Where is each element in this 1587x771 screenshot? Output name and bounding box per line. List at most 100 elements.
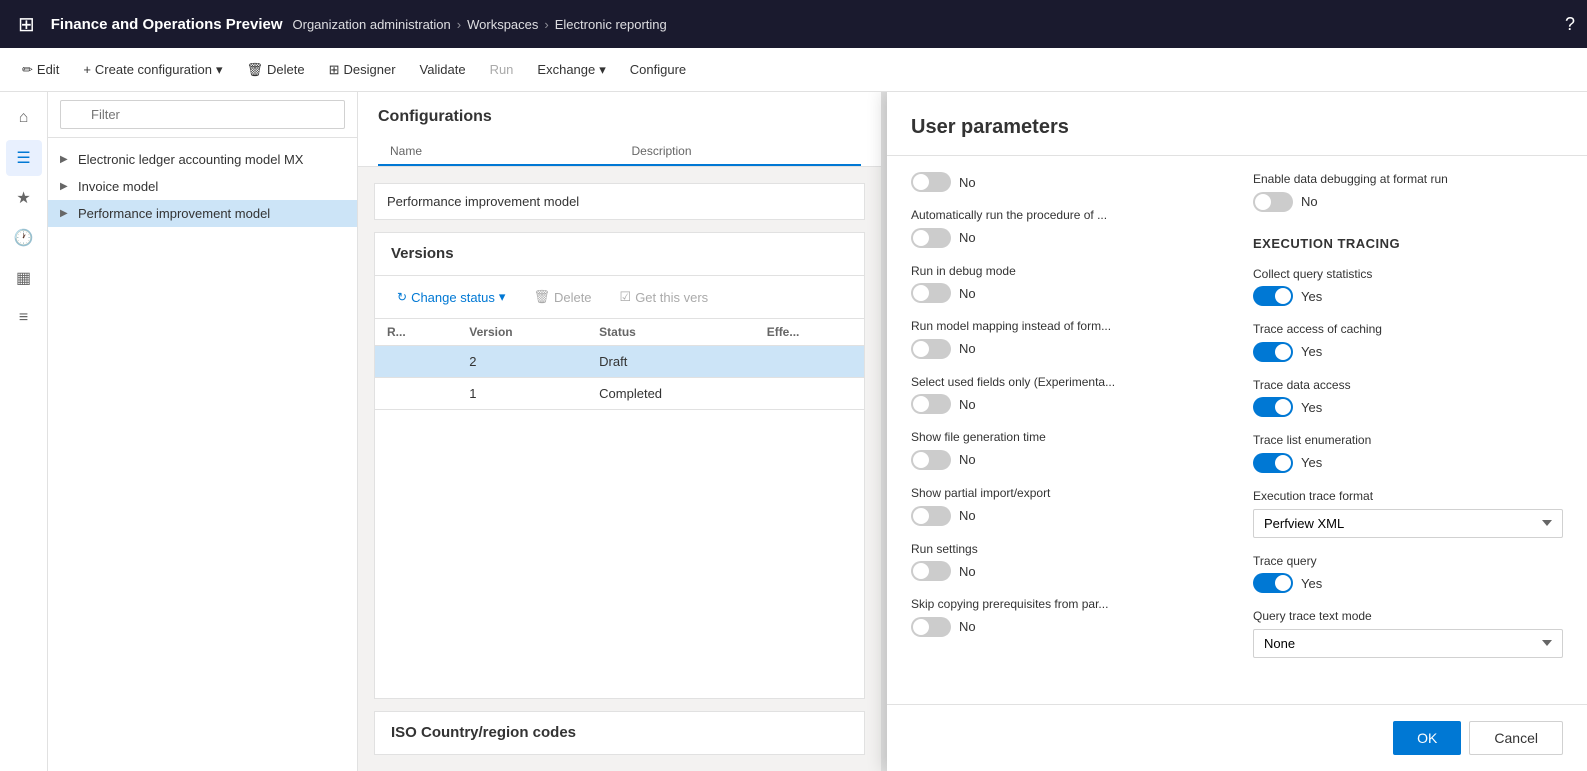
skip-prereqs-label: Skip copying prerequisites from par... (911, 597, 1221, 613)
get-version-button[interactable]: ☑ Get this vers (610, 284, 719, 310)
configurations-header: Configurations Name Description (358, 92, 881, 167)
delete-version-button[interactable]: 🗑 Delete (523, 284, 601, 310)
change-status-button[interactable]: ↻ Change status ▾ (387, 284, 515, 310)
ok-button[interactable]: OK (1393, 721, 1461, 755)
query-trace-text-mode-select[interactable]: None Full Compact (1253, 629, 1563, 658)
table-row[interactable]: 2 Draft (375, 346, 864, 378)
execution-trace-format-label: Execution trace format (1253, 489, 1563, 505)
trace-data-label: Trace data access (1253, 378, 1563, 394)
configure-button[interactable]: Configure (620, 56, 696, 83)
toggle-skip-prereqs[interactable] (911, 617, 951, 637)
param-model-mapping: Run model mapping instead of form... No (911, 319, 1221, 359)
table-row[interactable]: 1 Completed (375, 378, 864, 410)
designer-button[interactable]: ⊞ Designer (319, 56, 406, 84)
toggle-auto-run[interactable] (911, 228, 951, 248)
plus-icon: + (83, 62, 91, 77)
edit-button[interactable]: ✏ Edit (12, 56, 69, 84)
delete-icon: 🗑 (247, 62, 264, 78)
param-debug-mode: Run in debug mode No (911, 264, 1221, 304)
tree-item-invoice[interactable]: ▶ Invoice model (48, 173, 357, 200)
enable-debug-toggle-label: No (1301, 194, 1318, 209)
trace-list-label: Trace list enumeration (1253, 433, 1563, 449)
debug-mode-label: Run in debug mode (911, 264, 1221, 280)
toggle-trace-caching[interactable] (1253, 342, 1293, 362)
get-version-icon: ☑ (620, 289, 632, 305)
param-partial-import: Show partial import/export No (911, 486, 1221, 526)
param-auto-run: Automatically run the procedure of ... N… (911, 208, 1221, 248)
toggle-1[interactable] (911, 172, 951, 192)
toggle-trace-query[interactable] (1253, 573, 1293, 593)
sidebar-icon-recent[interactable]: 🕐 (6, 220, 42, 256)
iso-title: ISO Country/region codes (391, 724, 576, 741)
change-status-dropdown-icon: ▾ (499, 289, 506, 305)
collect-query-toggle-label: Yes (1301, 289, 1322, 304)
toggle-trace-list[interactable] (1253, 453, 1293, 473)
nav-panel: 🔍 ▶ Electronic ledger accounting model M… (48, 92, 358, 771)
dialog-footer: OK Cancel (887, 704, 1587, 771)
apps-icon[interactable]: ⊞ (12, 6, 41, 43)
col-effe: Effe... (755, 319, 864, 346)
enable-debug-label: Enable data debugging at format run (1253, 172, 1563, 188)
delete-version-icon: 🗑 (533, 289, 550, 305)
toggle-enable-debug[interactable] (1253, 192, 1293, 212)
collect-query-label: Collect query statistics (1253, 267, 1563, 283)
sidebar-icons: ⌂ ☰ ★ 🕐 ▦ ≡ (0, 92, 48, 771)
toggle-trace-data[interactable] (1253, 397, 1293, 417)
partial-import-label: Show partial import/export (911, 486, 1221, 502)
sidebar-icon-home[interactable]: ⌂ (6, 100, 42, 136)
execution-trace-format-select[interactable]: Perfview XML JSON XML (1253, 509, 1563, 538)
exchange-button[interactable]: Exchange ▾ (527, 56, 615, 84)
used-fields-toggle-label: No (959, 397, 976, 412)
cancel-button[interactable]: Cancel (1469, 721, 1563, 755)
nav-workspaces[interactable]: Workspaces (467, 17, 538, 32)
run-settings-toggle-label: No (959, 564, 976, 579)
toggle-run-settings[interactable] (911, 561, 951, 581)
tree-item-performance[interactable]: ▶ Performance improvement model (48, 200, 357, 227)
tree-item-electronic-ledger[interactable]: ▶ Electronic ledger accounting model MX (48, 146, 357, 173)
dialog-body: No Automatically run the procedure of ..… (887, 156, 1587, 704)
config-item-performance[interactable]: Performance improvement model (374, 183, 865, 220)
configurations-title: Configurations (378, 108, 861, 126)
designer-icon: ⊞ (329, 62, 340, 78)
toggle-debug-mode[interactable] (911, 283, 951, 303)
filter-box: 🔍 (48, 92, 357, 138)
file-gen-time-label: Show file generation time (911, 430, 1221, 446)
validate-button[interactable]: Validate (410, 56, 476, 83)
sidebar-icon-modules[interactable]: ≡ (6, 300, 42, 336)
content-body: Performance improvement model Versions ↻… (358, 167, 881, 771)
sidebar-icon-workspaces[interactable]: ▦ (6, 260, 42, 296)
param-query-trace-text-mode: Query trace text mode None Full Compact (1253, 609, 1563, 658)
toggle-file-gen-time[interactable] (911, 450, 951, 470)
sidebar-icon-favorites[interactable]: ★ (6, 180, 42, 216)
run-settings-label: Run settings (911, 542, 1221, 558)
skip-prereqs-toggle-label: No (959, 619, 976, 634)
iso-section: ISO Country/region codes (374, 711, 865, 755)
dialog-columns: No Automatically run the procedure of ..… (911, 172, 1563, 658)
param-enable-debug: Enable data debugging at format run No (1253, 172, 1563, 212)
filter-input[interactable] (60, 100, 345, 129)
help-icon[interactable]: ? (1565, 14, 1575, 35)
content-panel: Configurations Name Description Performa… (358, 92, 881, 771)
run-button[interactable]: Run (480, 56, 524, 83)
param-run-settings: Run settings No (911, 542, 1221, 582)
param-skip-prereqs: Skip copying prerequisites from par... N… (911, 597, 1221, 637)
trace-caching-toggle-label: Yes (1301, 344, 1322, 359)
nav-org[interactable]: Organization administration (293, 17, 451, 32)
toggle-model-mapping[interactable] (911, 339, 951, 359)
nav-electronic-reporting[interactable]: Electronic reporting (555, 17, 667, 32)
toggle-used-fields[interactable] (911, 394, 951, 414)
dialog-right-col: Enable data debugging at format run No E… (1253, 172, 1563, 658)
col-name: Name (378, 138, 620, 164)
create-configuration-button[interactable]: + Create configuration ▾ (73, 56, 232, 84)
auto-run-toggle-label: No (959, 230, 976, 245)
param-toggle-1: No (911, 172, 1221, 192)
trace-data-toggle-label: Yes (1301, 400, 1322, 415)
sidebar-icon-menu[interactable]: ☰ (6, 140, 42, 176)
toggle-partial-import[interactable] (911, 506, 951, 526)
toggle-collect-query[interactable] (1253, 286, 1293, 306)
delete-button[interactable]: 🗑 Delete (237, 56, 315, 84)
edit-icon: ✏ (22, 62, 33, 78)
trace-list-toggle-label: Yes (1301, 455, 1322, 470)
change-status-icon: ↻ (397, 290, 407, 304)
trace-caching-label: Trace access of caching (1253, 322, 1563, 338)
